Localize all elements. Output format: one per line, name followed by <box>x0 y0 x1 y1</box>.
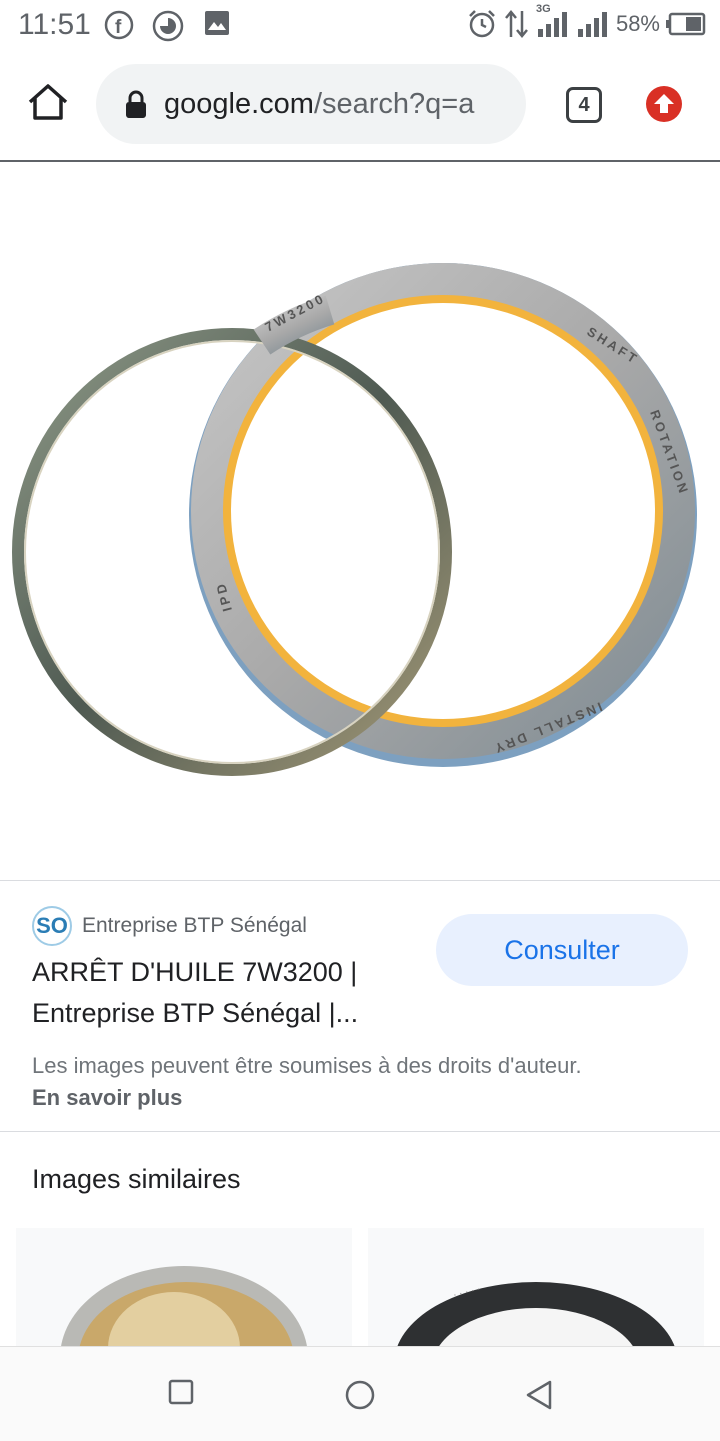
similar-images-heading: Images similaires <box>32 1164 241 1194</box>
back-icon[interactable] <box>524 1379 554 1411</box>
source-favicon: SO <box>32 906 72 946</box>
status-bar: 11:51 f 3G 58% <box>0 0 720 52</box>
battery-percent: 58% <box>615 11 660 36</box>
url-text: google.com/search?q=a <box>164 87 475 120</box>
tab-switcher-button[interactable]: 4 <box>566 87 602 123</box>
battery-icon <box>666 12 706 36</box>
alarm-icon <box>469 10 495 38</box>
status-right: 3G 58% <box>466 3 706 40</box>
result-image[interactable]: 7W3200 SHAFT ROTATION INSTALL DRY IPD <box>0 162 720 880</box>
clock: 11:51 <box>18 8 91 41</box>
gallery-icon <box>205 11 229 35</box>
pie-chart-icon <box>152 10 184 42</box>
visit-button[interactable]: Consulter <box>436 914 688 986</box>
address-bar[interactable]: google.com/search?q=a <box>96 64 526 144</box>
home-icon[interactable] <box>26 82 70 122</box>
source-row[interactable]: SO Entreprise BTP Sénégal <box>32 906 307 946</box>
learn-more-link[interactable]: En savoir plus <box>32 1085 182 1110</box>
update-button[interactable] <box>646 86 682 122</box>
similar-image-2: · · · · · <box>396 1282 676 1348</box>
source-name: Entreprise BTP Sénégal <box>82 914 307 937</box>
facebook-icon: f <box>104 10 134 40</box>
divider-top <box>0 880 720 881</box>
recents-icon[interactable] <box>168 1379 194 1405</box>
home-nav-icon[interactable] <box>344 1379 376 1411</box>
oil-seal-image: 7W3200 SHAFT ROTATION INSTALL DRY IPD <box>12 263 697 776</box>
result-title[interactable]: ARRÊT D'HUILE 7W3200 | Entreprise BTP Sé… <box>32 952 412 1034</box>
similar-image-thumb[interactable] <box>16 1228 352 1348</box>
signal-icon-3g: 3G <box>536 3 570 39</box>
copyright-notice: Les images peuvent être soumises à des d… <box>32 1053 582 1110</box>
similar-image-1 <box>60 1266 308 1348</box>
lock-icon <box>126 90 146 118</box>
browser-toolbar: google.com/search?q=a 4 <box>0 52 720 162</box>
system-nav-bar <box>0 1346 720 1441</box>
data-transfer-icon <box>504 10 528 38</box>
similar-image-thumb[interactable]: · · · · · <box>368 1228 704 1348</box>
divider-bottom <box>0 1131 720 1132</box>
signal-icon-2 <box>577 12 607 37</box>
svg-text:f: f <box>115 17 122 38</box>
arrow-up-icon <box>654 94 674 113</box>
signal-icon <box>537 12 567 37</box>
